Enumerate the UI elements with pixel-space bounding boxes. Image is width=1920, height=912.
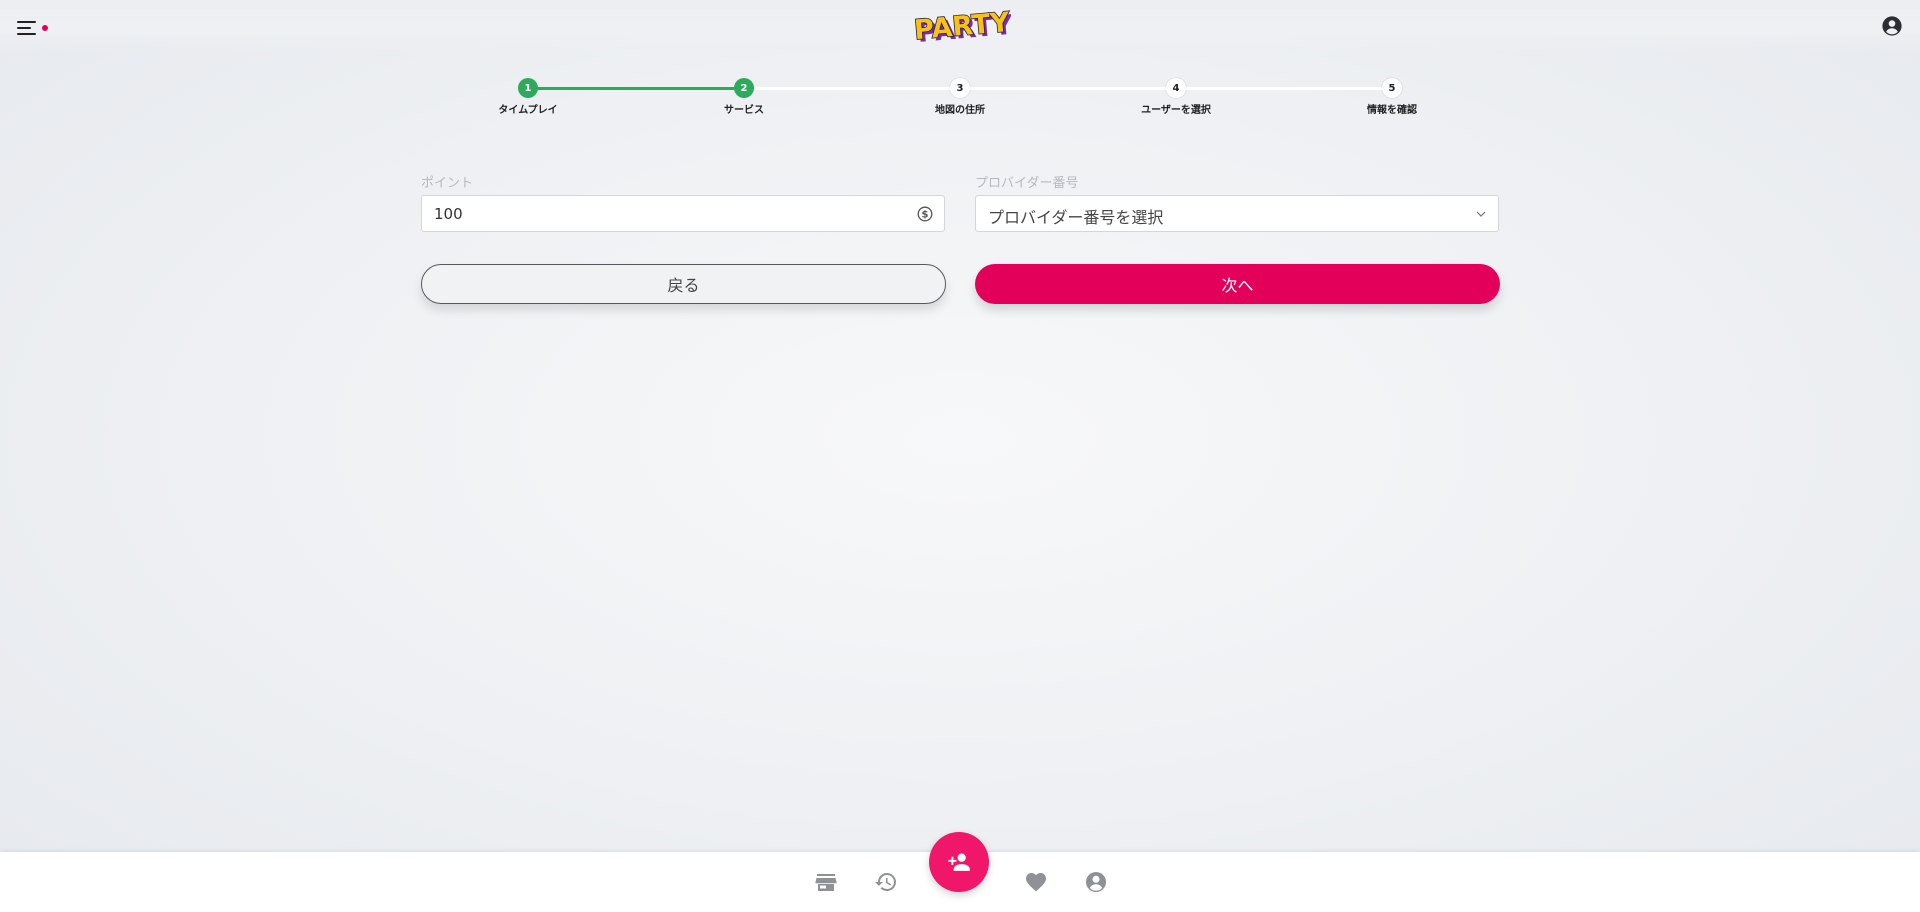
top-bar: PARTY PARTY	[0, 0, 1920, 52]
step-number: 3	[950, 78, 970, 98]
account-circle-icon[interactable]	[1084, 870, 1108, 894]
step-label: ユーザーを選択	[1141, 105, 1211, 116]
add-person-icon	[948, 853, 970, 871]
points-field[interactable]: $	[421, 195, 945, 232]
step-3[interactable]: 3 地図の住所	[880, 78, 1040, 116]
back-button[interactable]: 戻る	[421, 264, 946, 304]
add-person-button[interactable]	[929, 832, 989, 892]
step-2[interactable]: 2 サービス	[664, 78, 824, 116]
store-icon[interactable]	[814, 870, 838, 894]
step-label: 地図の住所	[935, 105, 985, 116]
provider-label: プロバイダー番号	[975, 176, 1079, 191]
svg-text:$: $	[922, 210, 929, 221]
step-number: 2	[734, 78, 754, 98]
menu-button[interactable]	[14, 19, 50, 39]
menu-icon-line	[17, 33, 36, 35]
progress-stepper: 1 タイムプレイ 2 サービス 3 地図の住所 4 ユーザーを選択 5 情報を確…	[498, 78, 1417, 120]
points-input[interactable]	[434, 205, 884, 223]
step-4[interactable]: 4 ユーザーを選択	[1096, 78, 1256, 116]
stepper-track-pending	[744, 87, 1392, 90]
notification-dot	[42, 25, 48, 31]
step-label: サービス	[724, 105, 764, 116]
points-label: ポイント	[421, 176, 474, 191]
provider-select-placeholder: プロバイダー番号を選択	[988, 208, 1164, 227]
dollar-coin-icon: $	[917, 206, 933, 222]
step-1[interactable]: 1 タイムプレイ	[448, 78, 608, 116]
chevron-down-icon	[1476, 211, 1486, 217]
history-icon[interactable]	[874, 870, 898, 894]
step-number: 5	[1382, 78, 1402, 98]
menu-icon	[17, 21, 36, 23]
step-label: 情報を確認	[1367, 105, 1417, 116]
menu-icon-line	[17, 27, 31, 29]
provider-select[interactable]: プロバイダー番号を選択	[975, 195, 1499, 232]
step-number: 1	[518, 78, 538, 98]
heart-icon[interactable]	[1024, 870, 1048, 894]
step-label: タイムプレイ	[498, 105, 558, 116]
step-number: 4	[1166, 78, 1186, 98]
step-5[interactable]: 5 情報を確認	[1312, 78, 1472, 116]
account-circle-icon[interactable]	[1881, 15, 1903, 37]
next-button[interactable]: 次へ	[975, 264, 1500, 304]
party-logo[interactable]: PARTY PARTY	[915, 6, 1011, 48]
